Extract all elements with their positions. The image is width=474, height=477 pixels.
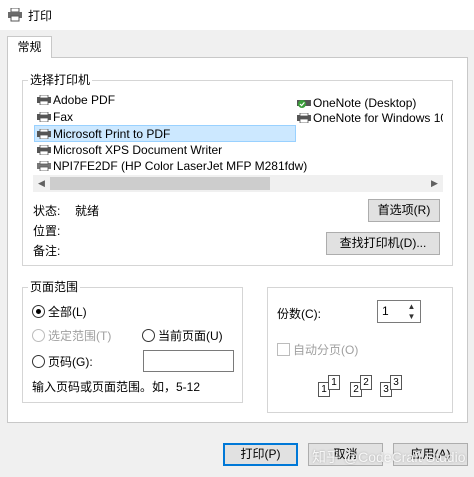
location-label: 位置: [33, 224, 61, 238]
printer-icon [37, 129, 51, 139]
page-icon: 3 [390, 375, 402, 390]
select-printer-legend: 选择打印机 [28, 73, 93, 87]
pages-input[interactable] [143, 350, 234, 372]
find-printer-button[interactable]: 查找打印机(D)... [326, 232, 440, 255]
window-title: 打印 [28, 9, 53, 23]
printer-item-selected[interactable]: Microsoft Print to PDF [34, 125, 296, 142]
printer-list-scrollbar[interactable]: ◀ ▶ [33, 175, 443, 192]
printer-label: OneNote for Windows 10 [313, 111, 443, 125]
page-icon: 1 [328, 375, 340, 390]
fax-icon [37, 112, 51, 122]
current-page-radio[interactable] [142, 329, 155, 342]
selection-radio[interactable] [32, 329, 45, 342]
scroll-left-icon[interactable]: ◀ [33, 175, 50, 192]
printer-label: OneNote (Desktop) [313, 96, 417, 110]
collate-illustration: 1 1 2 2 3 3 [318, 372, 408, 402]
watermark: 知乎 @CodeCraft Studio [312, 449, 466, 465]
printer-item[interactable]: OneNote for Windows 10 [295, 110, 443, 126]
printer-item[interactable]: OneNote (Desktop) [295, 95, 443, 111]
title-bar [0, 0, 474, 30]
page-range-legend: 页面范围 [28, 280, 81, 294]
printer-item[interactable]: Microsoft XPS Document Writer [35, 142, 255, 158]
printer-label: Microsoft XPS Document Writer [53, 143, 223, 157]
collate-label[interactable]: 自动分页(O) [293, 343, 358, 357]
printer-item[interactable]: Adobe PDF [35, 92, 235, 108]
all-pages-radio[interactable] [32, 305, 45, 318]
printer-label: Fax [53, 110, 74, 124]
pages-radio[interactable] [32, 355, 45, 368]
status-value: 就绪 [75, 204, 100, 218]
printer-label: NPI7FE2DF (HP Color LaserJet MFP M281fdw… [53, 159, 308, 173]
tab-general[interactable]: 常规 [7, 36, 52, 58]
current-page-label[interactable]: 当前页面(U) [158, 329, 223, 343]
all-pages-label[interactable]: 全部(L) [48, 305, 87, 319]
copies-label: 份数(C): [277, 307, 321, 321]
copies-value[interactable]: 1 [382, 304, 389, 318]
scroll-thumb[interactable] [50, 177, 270, 190]
copies-stepper[interactable]: 1 ▲ ▼ [377, 300, 421, 323]
printer-item[interactable]: Fax [35, 109, 235, 125]
printer-icon [37, 145, 51, 155]
preferences-button[interactable]: 首选项(R) [368, 199, 440, 222]
printer-label: Microsoft Print to PDF [53, 127, 171, 141]
printer-icon [8, 8, 22, 22]
printer-icon [37, 95, 51, 105]
pages-label[interactable]: 页码(G): [48, 355, 93, 369]
page-range-hint: 输入页码或页面范围。如，5-12 [32, 380, 201, 394]
print-button[interactable]: 打印(P) [223, 443, 298, 466]
status-label: 状态: [33, 204, 61, 218]
default-printer-check-icon [297, 100, 311, 108]
printer-icon [297, 113, 311, 123]
scroll-right-icon[interactable]: ▶ [426, 175, 443, 192]
comment-label: 备注: [33, 244, 61, 258]
printer-item[interactable]: NPI7FE2DF (HP Color LaserJet MFP M281fdw… [35, 158, 335, 174]
collate-checkbox[interactable] [277, 343, 290, 356]
selection-label[interactable]: 选定范围(T) [48, 329, 111, 343]
network-printer-icon [37, 161, 51, 171]
decrement-icon[interactable]: ▼ [403, 311, 420, 323]
page-icon: 2 [360, 375, 372, 390]
printer-label: Adobe PDF [53, 93, 116, 107]
